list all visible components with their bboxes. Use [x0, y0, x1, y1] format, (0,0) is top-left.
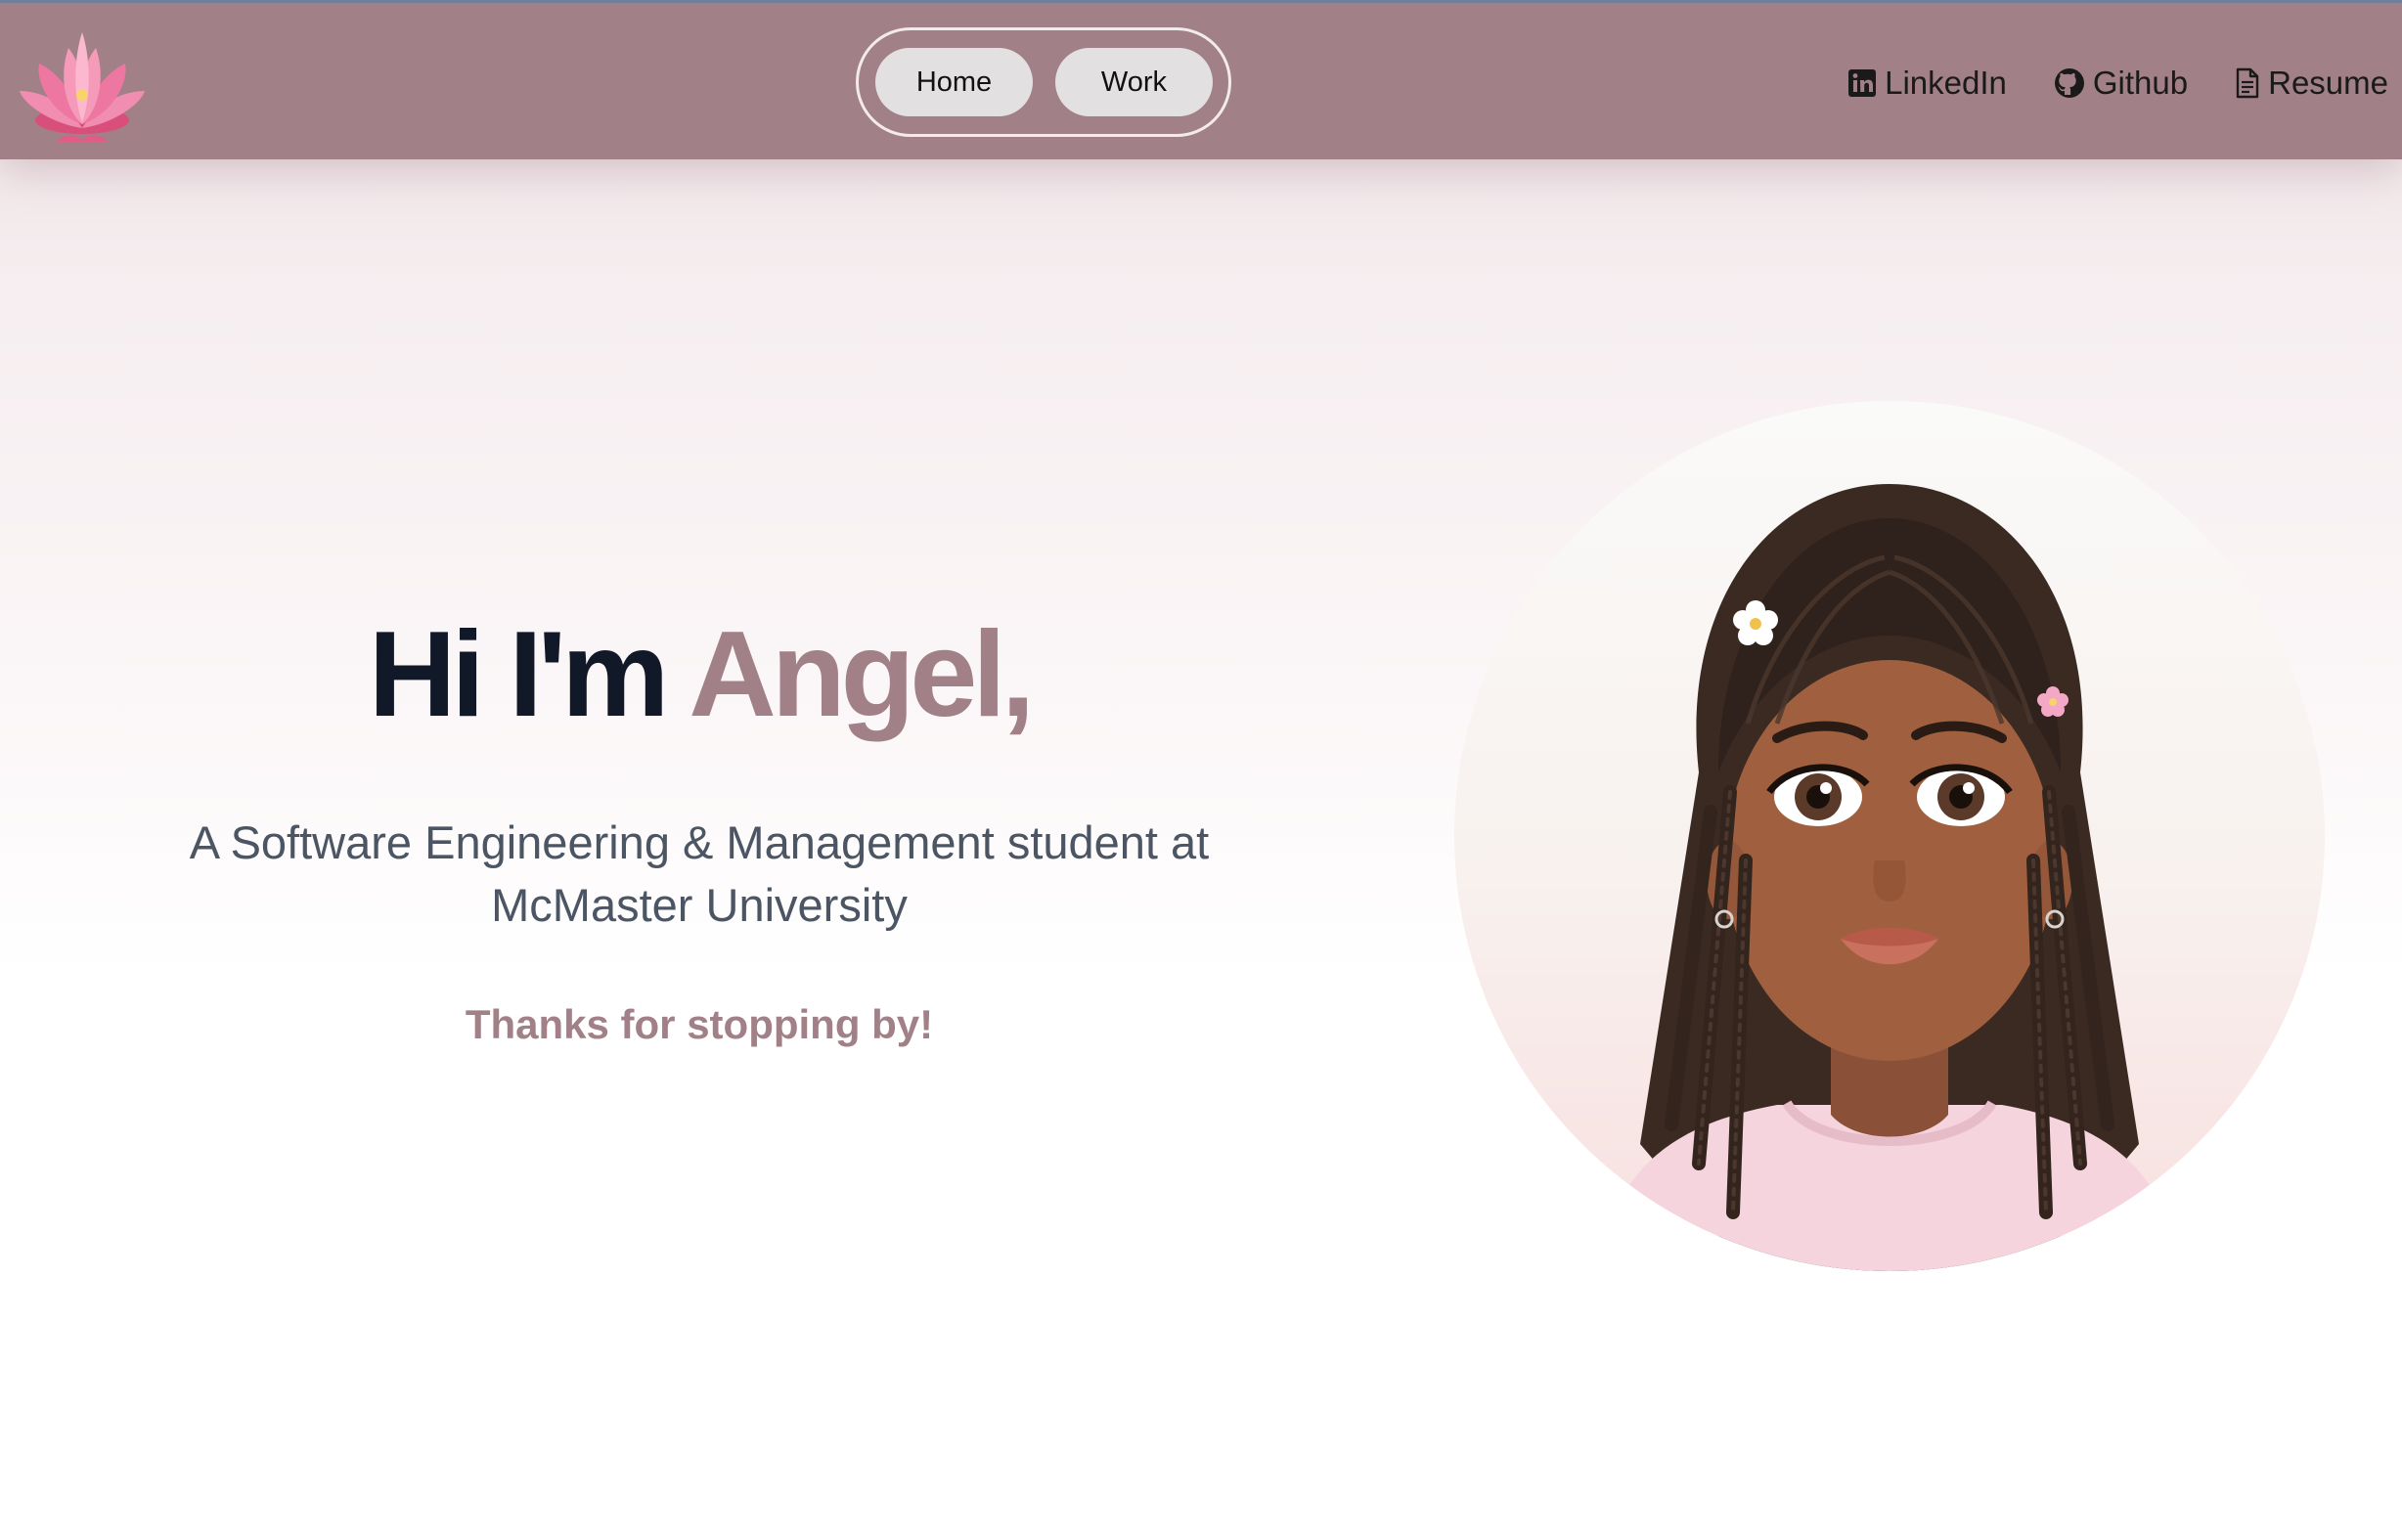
resume-label: Resume: [2268, 64, 2388, 101]
nav-tab-group: Home Work: [856, 27, 1231, 137]
cartoon-avatar-portrait: [1601, 484, 2178, 1271]
linkedin-icon: [1847, 68, 1877, 98]
linkedin-link[interactable]: LinkedIn: [1847, 65, 2007, 102]
navbar: Home Work LinkedIn Github Resume: [0, 0, 2402, 159]
hero-name: Angel,: [689, 607, 1035, 742]
hero-subtitle: A Software Engineering & Management stud…: [189, 816, 1210, 931]
lotus-flower-icon[interactable]: [14, 26, 151, 144]
tab-work[interactable]: Work: [1055, 48, 1213, 116]
document-icon: [2235, 67, 2260, 99]
hero-greeting: Hi I'm: [368, 607, 670, 742]
external-links: LinkedIn Github Resume: [1847, 3, 2388, 162]
avatar: [1454, 401, 2325, 1271]
hero-thanks: Thanks for stopping by!: [465, 1001, 934, 1047]
hero-title: Hi I'm Angel,: [0, 596, 1399, 753]
resume-link[interactable]: Resume: [2235, 65, 2388, 102]
page: Home Work LinkedIn Github Resume Hi I'm …: [0, 0, 2402, 1540]
linkedin-label: LinkedIn: [1885, 64, 2007, 101]
github-label: Github: [2092, 64, 2189, 101]
github-icon: [2054, 67, 2085, 99]
tab-home[interactable]: Home: [875, 48, 1033, 116]
github-link[interactable]: Github: [2054, 65, 2188, 102]
